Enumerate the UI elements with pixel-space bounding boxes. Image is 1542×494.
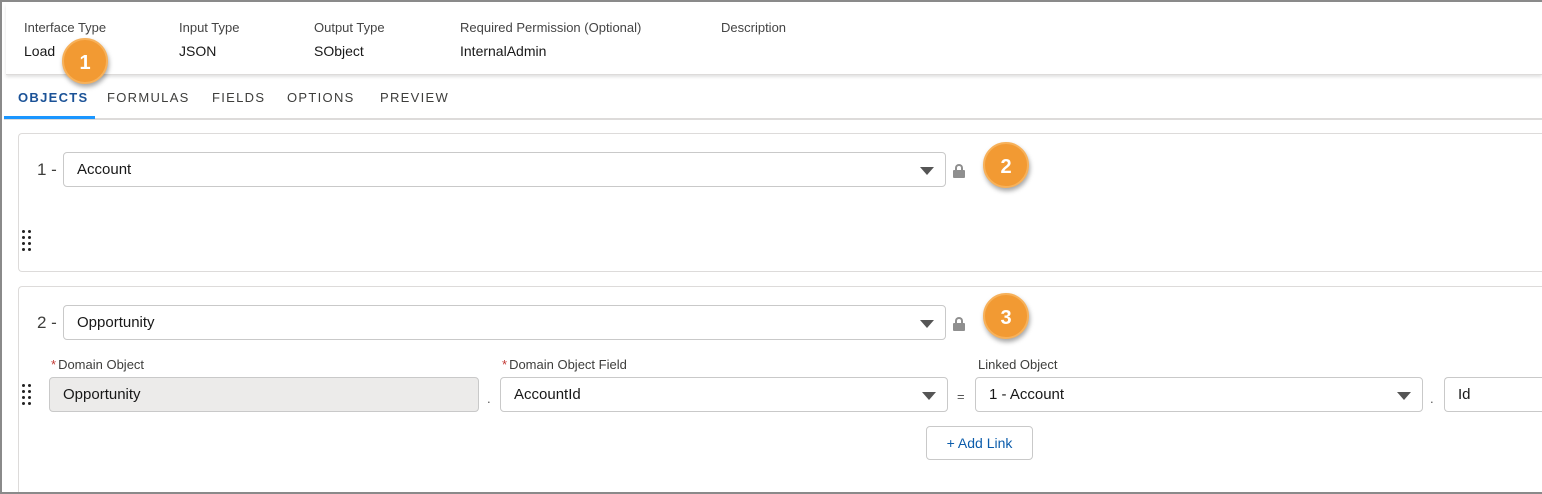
object-select-1-value: Account — [77, 161, 132, 178]
lock-icon[interactable] — [953, 317, 965, 331]
chevron-down-icon — [1397, 392, 1411, 400]
object-select-2-value: Opportunity — [77, 314, 155, 331]
tab-fields[interactable]: FIELDS — [212, 90, 265, 105]
callout-badge-3: 3 — [983, 293, 1029, 339]
description-column: Description — [721, 20, 786, 43]
drag-handle-icon[interactable] — [22, 384, 32, 405]
required-permission-label: Required Permission (Optional) — [460, 20, 642, 35]
equals-separator: = — [957, 389, 965, 404]
object-select-2[interactable]: Opportunity — [63, 305, 946, 340]
domain-object-field-label: * Domain Object Field — [502, 357, 627, 372]
input-type-value: JSON — [179, 43, 217, 59]
tab-bar: OBJECTS FORMULAS FIELDS OPTIONS PREVIEW — [4, 78, 1542, 120]
chevron-down-icon — [922, 392, 936, 400]
object-card-2: 2 - Opportunity * Domain Object * Domain O… — [18, 286, 1542, 492]
app-frame: Interface Type Load Input Type JSON Outp… — [0, 0, 1542, 494]
input-type-column: Input Type JSON — [179, 20, 239, 60]
tab-options[interactable]: OPTIONS — [287, 90, 355, 105]
description-label: Description — [721, 20, 787, 35]
dot-separator: . — [487, 391, 491, 406]
dot-separator: . — [1430, 391, 1434, 406]
domain-object-field-select[interactable]: AccountId — [500, 377, 948, 412]
linked-object-value: 1 - Account — [989, 386, 1065, 403]
tab-formulas[interactable]: FORMULAS — [107, 90, 190, 105]
add-link-button[interactable]: + Add Link — [926, 426, 1033, 460]
required-permission-value: InternalAdmin — [460, 43, 547, 59]
linked-field-value: Id — [1458, 386, 1471, 403]
linked-object-select[interactable]: 1 - Account — [975, 377, 1423, 412]
interface-type-label: Interface Type — [24, 20, 107, 35]
object-card-1: 1 - Account — [18, 133, 1542, 272]
callout-badge-2: 2 — [983, 142, 1029, 188]
object-select-1[interactable]: Account — [63, 152, 946, 187]
linked-object-label: Linked Object — [978, 357, 1058, 372]
domain-object-value: Opportunity — [63, 386, 141, 403]
domain-object-input: Opportunity — [49, 377, 479, 412]
output-type-column: Output Type SObject — [314, 20, 385, 60]
callout-badge-1: 1 — [62, 38, 108, 84]
lock-icon[interactable] — [953, 164, 965, 178]
required-marker: * — [502, 357, 508, 372]
linked-field-select[interactable]: Id — [1444, 377, 1542, 412]
tab-preview[interactable]: PREVIEW — [380, 90, 449, 105]
domain-object-field-value: AccountId — [514, 386, 581, 403]
output-type-value: SObject — [314, 43, 364, 59]
tab-objects[interactable]: OBJECTS — [18, 90, 89, 105]
chevron-down-icon — [920, 320, 934, 328]
interface-header: Interface Type Load Input Type JSON Outp… — [6, 4, 1542, 75]
object-index-1: 1 - — [37, 160, 57, 179]
output-type-label: Output Type — [314, 20, 385, 35]
required-permission-column: Required Permission (Optional) InternalA… — [460, 20, 641, 60]
input-type-label: Input Type — [179, 20, 240, 35]
required-marker: * — [51, 357, 57, 372]
chevron-down-icon — [920, 167, 934, 175]
active-tab-indicator — [4, 116, 95, 119]
object-index-2: 2 - — [37, 313, 57, 332]
drag-handle-icon[interactable] — [22, 230, 32, 251]
domain-object-label: * Domain Object — [51, 357, 145, 372]
